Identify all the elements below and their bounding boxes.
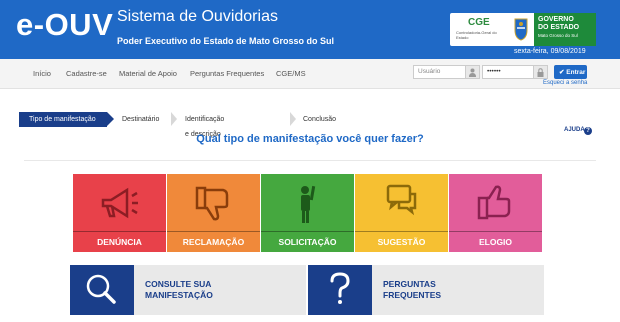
nav-item-cadastre-se[interactable]: Cadastre-se [66, 69, 107, 78]
step-arrow [290, 112, 296, 126]
magnifier-icon [70, 265, 134, 315]
step-arrow [171, 112, 177, 126]
faq-button[interactable]: PERGUNTAS FREQUENTES [308, 265, 544, 315]
government-label: GOVERNO DO ESTADO Mato Grosso do Sul [534, 13, 596, 46]
login-button-label: Entrar [566, 69, 586, 76]
tile-label: SUGESTÃO [377, 237, 426, 247]
chat-bubbles-icon [386, 184, 417, 216]
thumbs-down-icon [195, 186, 229, 221]
nav-item-perguntas-frequentes[interactable]: Perguntas Frequentes [190, 69, 264, 78]
consult-manifestation-button[interactable]: CONSULTE SUA MANIFESTAÇÃO [70, 265, 306, 315]
state-crest-icon [514, 18, 528, 41]
step-tipo-de-manifestacao: Tipo de manifestação [19, 112, 107, 127]
faq-label: PERGUNTAS FREQUENTES [383, 279, 442, 300]
login-button[interactable]: ✔ Entrar [554, 65, 587, 79]
step-arrow [107, 112, 114, 126]
system-subtitle: Poder Executivo do Estado de Mato Grosso… [117, 36, 335, 46]
nav-item-material-de-apoio[interactable]: Material de Apoio [119, 69, 177, 78]
step-conclusao: Conclusão [303, 116, 337, 123]
nav-item-inicio[interactable]: Início [33, 69, 51, 78]
system-title: Sistema de Ouvidorias [117, 8, 278, 25]
username-input[interactable]: Usuário [413, 65, 466, 79]
megaphone-icon [101, 187, 138, 219]
step-destinatario: Destinatário [122, 116, 160, 123]
lock-icon [534, 65, 548, 79]
app-logo[interactable]: e-OUV [16, 7, 113, 43]
person-raising-hand-icon [301, 185, 316, 223]
tile-reclamacao[interactable]: RECLAMAÇÃO [167, 174, 260, 252]
consult-label: CONSULTE SUA MANIFESTAÇÃO [145, 279, 213, 300]
tile-label: RECLAMAÇÃO [182, 237, 245, 247]
tile-solicitacao[interactable]: SOLICITAÇÃO [261, 174, 354, 252]
tile-sugestao[interactable]: SUGESTÃO [355, 174, 448, 252]
tile-label: DENÚNCIA [97, 237, 142, 247]
tile-elogio[interactable]: ELOGIO [449, 174, 542, 252]
current-date: sexta-feira, 09/08/2019 [514, 48, 586, 55]
tile-label: SOLICITAÇÃO [278, 237, 337, 247]
cge-logo: CGE Controladoria-Geral do Estado [456, 17, 497, 40]
government-logo: CGE Controladoria-Geral do Estado GOVERN… [450, 13, 596, 46]
question-mark-icon [308, 265, 372, 315]
divider [24, 160, 596, 161]
nav-item-cge-ms[interactable]: CGE/MS [276, 69, 306, 78]
header: e-OUV Sistema de Ouvidorias Poder Execut… [0, 0, 620, 59]
check-icon: ✔ [559, 69, 565, 76]
page-question: Qual tipo de manifestação você quer faze… [196, 133, 424, 145]
password-input[interactable]: •••••• [482, 65, 534, 79]
step-identificacao-e-descricao: Identificação e descrição [185, 116, 225, 138]
thumbs-up-icon [477, 185, 511, 220]
tile-denuncia[interactable]: DENÚNCIA [73, 174, 166, 252]
user-icon [466, 65, 480, 79]
navbar: Início Cadastre-se Material de Apoio Per… [0, 59, 620, 89]
forgot-password-link[interactable]: Esqueci a senha [543, 80, 587, 86]
tile-label: ELOGIO [478, 237, 513, 247]
